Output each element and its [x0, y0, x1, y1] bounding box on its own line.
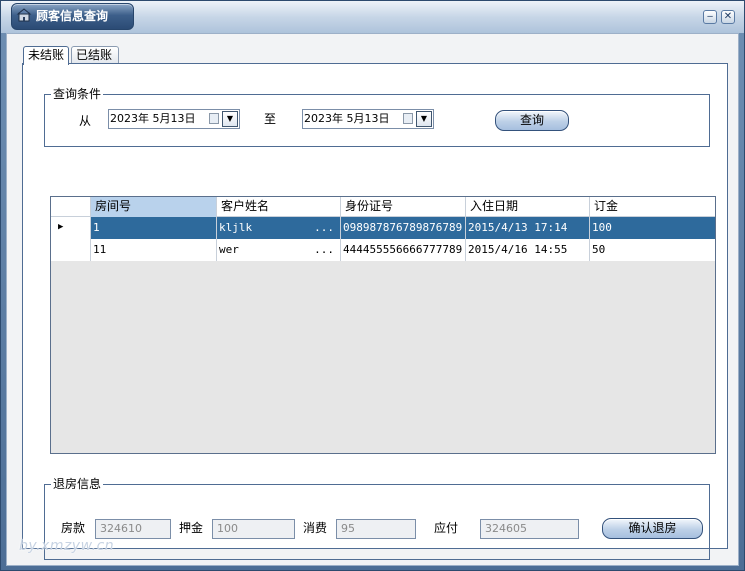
row-header-corner	[51, 197, 91, 217]
cell-ellipsis: ...	[314, 243, 334, 256]
cell-name-text: kljlk	[219, 221, 253, 234]
minimize-button[interactable]: ‒	[703, 10, 717, 24]
client-area: 未结账 已结账 查询条件 从 2023年 5月13日 ▼ 至 2023年 5月1…	[6, 33, 739, 566]
cell-checkin[interactable]: 2015/4/13 17:14	[466, 217, 590, 239]
cell-name-text: wer	[219, 243, 239, 256]
cell-name[interactable]: kljlk ...	[217, 217, 341, 239]
tab-unsettled-label: 未结账	[28, 48, 65, 62]
cell-ellipsis: ...	[314, 221, 334, 234]
chevron-down-icon[interactable]: ▼	[222, 111, 238, 127]
app-icon	[16, 8, 32, 22]
minimize-icon: ‒	[706, 11, 714, 22]
cell-room[interactable]: 1	[91, 217, 217, 239]
to-date-picker[interactable]: 2023年 5月13日 ▼	[302, 109, 434, 129]
tab-unsettled[interactable]: 未结账	[23, 46, 69, 65]
table-row[interactable]: ▶ 1 kljlk ... 098987876789876789 2015/4/…	[51, 217, 715, 239]
search-button-label: 查询	[519, 113, 544, 127]
cell-id-number[interactable]: 098987876789876789	[341, 217, 466, 239]
column-header[interactable]: 房间号	[91, 197, 217, 217]
checkout-group-label: 退房信息	[51, 477, 104, 491]
chevron-down-icon[interactable]: ▼	[416, 111, 432, 127]
consume-label: 消费	[303, 521, 328, 535]
cell-name[interactable]: wer ...	[217, 239, 341, 261]
customer-grid[interactable]: 房间号 客户姓名 身份证号 入住日期 订金 ▶ 1 kljlk ... 0989…	[50, 196, 716, 454]
consume-field[interactable]: 95	[336, 519, 416, 539]
column-header[interactable]: 订金	[590, 197, 715, 217]
column-header[interactable]: 入住日期	[466, 197, 590, 217]
tab-panel: 查询条件 从 2023年 5月13日 ▼ 至 2023年 5月13日 ▼ 查询	[22, 63, 728, 560]
payable-field[interactable]: 324605	[480, 519, 579, 539]
to-label: 至	[264, 112, 277, 126]
query-group-label: 查询条件	[51, 87, 104, 101]
play-arrow-icon: ▶	[58, 222, 64, 232]
from-date-value: 2023年 5月13日	[110, 112, 196, 125]
main-window: 顾客信息查询 ‒ ✕ 未结账 已结账 查询条件 从 2023年 5月13日 ▼ …	[0, 0, 745, 571]
watermark: by.xmzyw.cn	[19, 538, 115, 554]
search-button[interactable]: 查询	[495, 110, 569, 131]
confirm-checkout-button[interactable]: 确认退房	[602, 518, 703, 539]
cell-id-number[interactable]: 444455556666777789	[341, 239, 466, 261]
from-date-picker[interactable]: 2023年 5月13日 ▼	[108, 109, 240, 129]
to-date-value: 2023年 5月13日	[304, 112, 390, 125]
checkout-group: 退房信息 房款 324610 押金 100 消费 95 应付 324605 确认…	[44, 477, 710, 560]
column-header[interactable]: 身份证号	[341, 197, 466, 217]
column-header[interactable]: 客户姓名	[217, 197, 341, 217]
confirm-checkout-label: 确认退房	[628, 521, 677, 535]
cell-deposit[interactable]: 100	[590, 217, 715, 239]
close-button[interactable]: ✕	[721, 10, 735, 24]
tab-settled-label: 已结账	[76, 48, 113, 62]
cell-deposit[interactable]: 50	[590, 239, 715, 261]
grid-header: 房间号 客户姓名 身份证号 入住日期 订金	[51, 197, 715, 217]
close-icon: ✕	[723, 11, 733, 22]
deposit-label: 押金	[179, 521, 204, 535]
room-fee-field[interactable]: 324610	[95, 519, 171, 539]
window-title: 顾客信息查询	[36, 9, 109, 23]
cell-room[interactable]: 11	[91, 239, 217, 261]
room-fee-label: 房款	[61, 521, 86, 535]
deposit-field[interactable]: 100	[212, 519, 295, 539]
row-indicator: ▶	[51, 217, 91, 239]
title-bar[interactable]: 顾客信息查询 ‒ ✕	[1, 1, 744, 33]
cell-checkin[interactable]: 2015/4/16 14:55	[466, 239, 590, 261]
row-indicator	[51, 239, 91, 261]
payable-label: 应付	[434, 521, 459, 535]
table-row[interactable]: 11 wer ... 444455556666777789 2015/4/16 …	[51, 239, 715, 261]
from-label: 从	[79, 114, 92, 128]
tab-settled[interactable]: 已结账	[71, 46, 119, 64]
calendar-icon	[209, 113, 219, 124]
calendar-icon	[403, 113, 413, 124]
query-group: 查询条件 从 2023年 5月13日 ▼ 至 2023年 5月13日 ▼ 查询	[44, 87, 710, 147]
